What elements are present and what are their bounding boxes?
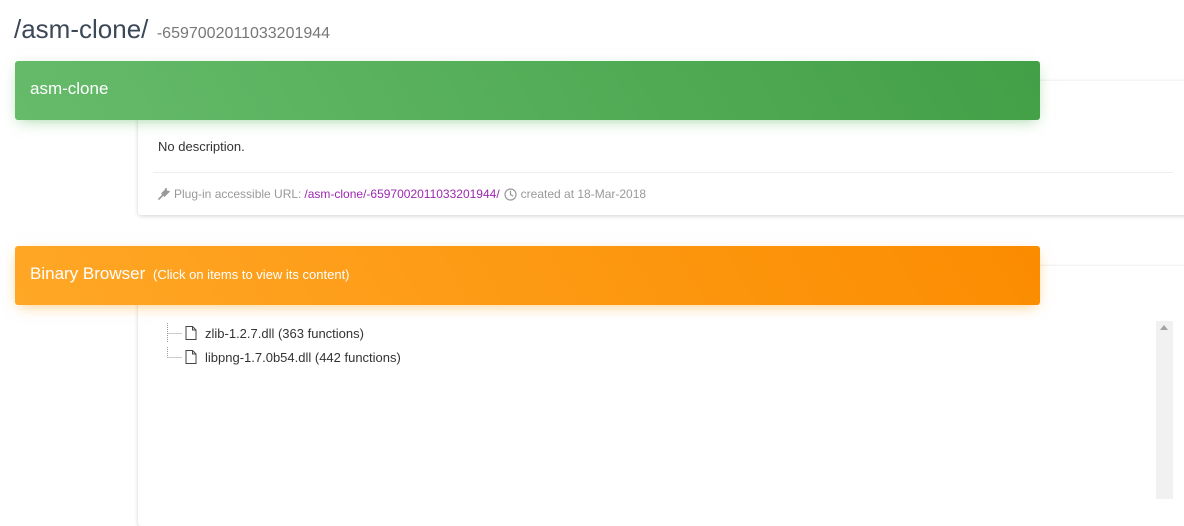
file-icon xyxy=(185,350,197,364)
tree-item-zlib[interactable]: zlib-1.2.7.dll (363 functions) xyxy=(165,323,364,343)
page-title: /asm-clone/ xyxy=(14,14,149,44)
plug-icon xyxy=(158,188,170,200)
tree-item-libpng[interactable]: libpng-1.7.0b54.dll (442 functions) xyxy=(165,347,401,367)
project-name: asm-clone xyxy=(30,79,109,98)
project-url-link[interactable]: /asm-clone/-6597002011033201944/ xyxy=(304,187,499,201)
binary-browser-subtitle: (Click on items to view its content) xyxy=(153,267,350,282)
tree-connector xyxy=(165,347,183,367)
binary-browser-header: Binary Browser (Click on items to view i… xyxy=(15,246,1040,305)
page-header: /asm-clone/ -6597002011033201944 xyxy=(14,14,330,45)
scroll-up-arrow-icon[interactable] xyxy=(1160,325,1168,330)
tree-item-label: libpng-1.7.0b54.dll (442 functions) xyxy=(205,349,401,365)
binary-tree: zlib-1.2.7.dll (363 functions) libpng-1.… xyxy=(153,321,1173,499)
created-date: created at 18-Mar-2018 xyxy=(520,187,647,201)
project-description: No description. xyxy=(158,139,245,154)
clock-icon xyxy=(504,187,517,201)
tree-connector xyxy=(165,323,183,343)
project-footer: Plug-in accessible URL: /asm-clone/-6597… xyxy=(158,187,646,201)
page-id: -6597002011033201944 xyxy=(156,25,331,42)
file-icon xyxy=(185,326,197,340)
url-label: Plug-in accessible URL: xyxy=(174,187,302,201)
divider xyxy=(153,172,1173,173)
binary-browser-title: Binary Browser xyxy=(30,264,146,283)
tree-item-label: zlib-1.2.7.dll (363 functions) xyxy=(205,325,364,341)
project-card-header: asm-clone xyxy=(15,61,1040,120)
tree-scrollbar[interactable] xyxy=(1156,321,1173,499)
